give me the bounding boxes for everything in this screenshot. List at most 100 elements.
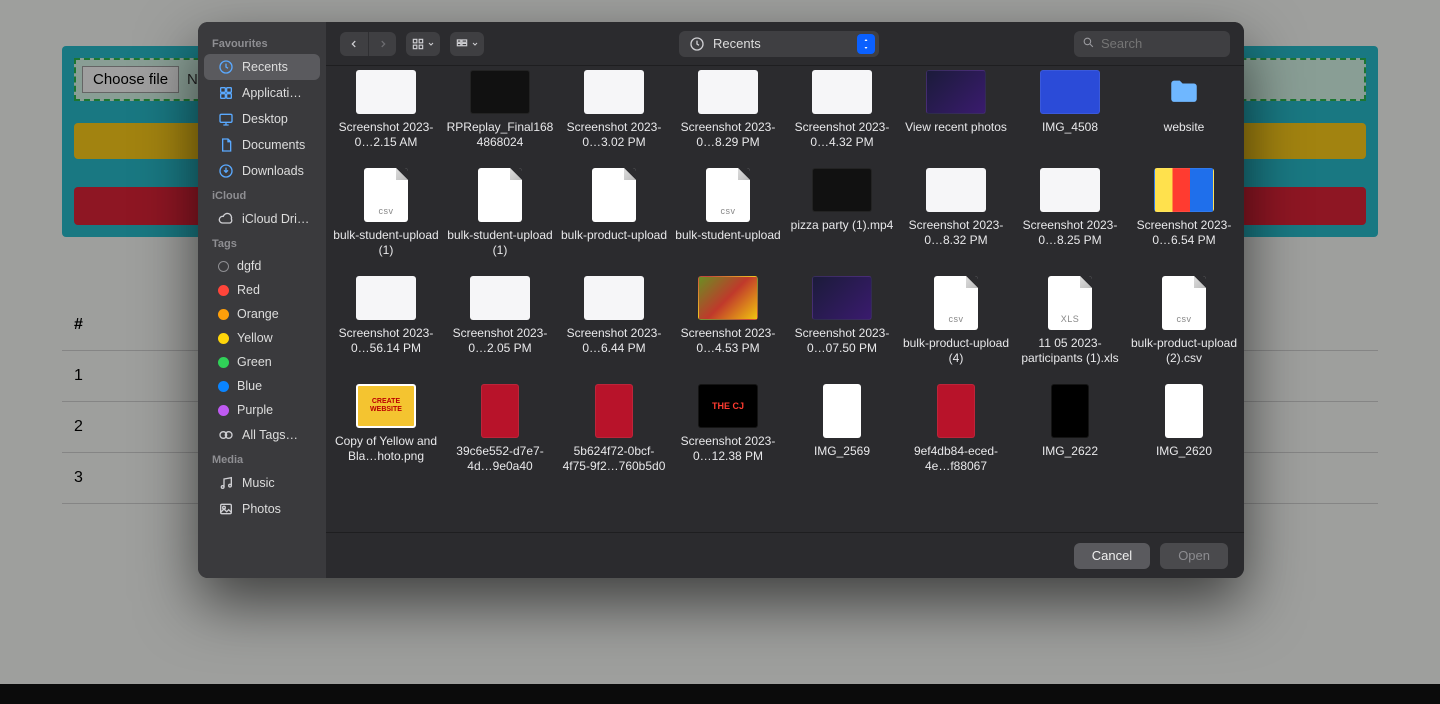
file-item[interactable]: RPReplay_Final1684868024 <box>446 70 554 150</box>
file-item[interactable]: IMG_4508 <box>1016 70 1124 150</box>
file-item[interactable]: IMG_2622 <box>1016 384 1124 474</box>
sidebar-item-label: Applicati… <box>242 86 302 100</box>
file-item[interactable]: THE CJScreenshot 2023-0…12.38 PM <box>674 384 782 474</box>
tag-dot-icon <box>218 333 229 344</box>
sidebar: Favourites Recents Applicati… Desktop Do… <box>198 22 326 578</box>
file-item[interactable]: csvbulk-student-upload <box>674 168 782 258</box>
sidebar-item-recents[interactable]: Recents <box>204 54 320 80</box>
sidebar-item-icloud-drive[interactable]: iCloud Dri… <box>204 206 320 232</box>
file-item[interactable]: csvbulk-student-upload (1) <box>332 168 440 258</box>
documents-icon <box>218 137 234 153</box>
sidebar-tag-yellow[interactable]: Yellow <box>204 326 320 350</box>
file-name-label: IMG_2620 <box>1156 444 1212 459</box>
sidebar-item-label: Blue <box>237 379 262 393</box>
photos-icon <box>218 501 234 517</box>
file-item[interactable]: Screenshot 2023-0…2.15 AM <box>332 70 440 150</box>
nav-forward-button[interactable] <box>368 32 396 56</box>
file-item[interactable]: XLS11 05 2023-participants (1).xls <box>1016 276 1124 366</box>
file-item[interactable]: 39c6e552-d7e7-4d…9e0a40 <box>446 384 554 474</box>
file-name-label: RPReplay_Final1684868024 <box>446 120 554 150</box>
file-name-label: bulk-product-upload (2).csv <box>1130 336 1238 366</box>
group-button[interactable] <box>450 32 484 56</box>
sidebar-item-music[interactable]: Music <box>204 470 320 496</box>
sidebar-tag-red[interactable]: Red <box>204 278 320 302</box>
desktop-icon <box>218 111 234 127</box>
dialog-toolbar: Recents <box>326 22 1244 66</box>
file-item[interactable]: 9ef4db84-eced-4e…f88067 <box>902 384 1010 474</box>
file-item[interactable]: pizza party (1).mp4 <box>788 168 896 258</box>
file-thumb <box>698 276 758 320</box>
file-thumb <box>1051 384 1089 438</box>
file-item[interactable]: Screenshot 2023-0…3.02 PM <box>560 70 668 150</box>
file-item[interactable]: csvbulk-product-upload (2).csv <box>1130 276 1238 366</box>
file-name-label: IMG_4508 <box>1042 120 1098 135</box>
sidebar-item-documents[interactable]: Documents <box>204 132 320 158</box>
file-item[interactable]: CREATEWEBSITE Copy of Yellow and Bla…hoto… <box>332 384 440 474</box>
file-item[interactable]: Screenshot 2023-0…6.54 PM <box>1130 168 1238 258</box>
location-popup[interactable]: Recents <box>679 31 879 57</box>
file-thumb <box>470 70 530 114</box>
file-name-label: Screenshot 2023-0…2.15 AM <box>332 120 440 150</box>
file-name-label: Screenshot 2023-0…8.29 PM <box>674 120 782 150</box>
downloads-icon <box>218 163 234 179</box>
sidebar-item-label: iCloud Dri… <box>242 212 309 226</box>
file-name-label: Screenshot 2023-0…8.25 PM <box>1016 218 1124 248</box>
file-name-label: Screenshot 2023-0…6.44 PM <box>560 326 668 356</box>
file-item[interactable]: 5b624f72-0bcf-4f75-9f2…760b5d0 <box>560 384 668 474</box>
file-item[interactable]: Screenshot 2023-0…6.44 PM <box>560 276 668 366</box>
file-item[interactable]: csvbulk-product-upload (4) <box>902 276 1010 366</box>
sidebar-tag-purple[interactable]: Purple <box>204 398 320 422</box>
file-thumb: CREATEWEBSITE <box>356 384 416 428</box>
sidebar-item-downloads[interactable]: Downloads <box>204 158 320 184</box>
file-thumb <box>812 168 872 212</box>
file-item[interactable]: View recent photos <box>902 70 1010 150</box>
cancel-button[interactable]: Cancel <box>1074 543 1150 569</box>
file-item[interactable]: bulk-product-upload <box>560 168 668 258</box>
sidebar-section-tags: Tags <box>198 232 326 254</box>
file-thumb: THE CJ <box>698 384 758 428</box>
sidebar-tag-blue[interactable]: Blue <box>204 374 320 398</box>
sidebar-item-desktop[interactable]: Desktop <box>204 106 320 132</box>
file-item[interactable]: Screenshot 2023-0…4.53 PM <box>674 276 782 366</box>
file-item[interactable]: Screenshot 2023-0…8.25 PM <box>1016 168 1124 258</box>
file-item[interactable]: Screenshot 2023-0…4.32 PM <box>788 70 896 150</box>
clock-icon <box>218 59 234 75</box>
file-item[interactable]: Screenshot 2023-0…2.05 PM <box>446 276 554 366</box>
dialog-footer: Cancel Open <box>326 532 1244 578</box>
file-item[interactable]: Screenshot 2023-0…56.14 PM <box>332 276 440 366</box>
open-button[interactable]: Open <box>1160 543 1228 569</box>
sidebar-tag-green[interactable]: Green <box>204 350 320 374</box>
sidebar-tag-dgfd[interactable]: dgfd <box>204 254 320 278</box>
sidebar-tag-orange[interactable]: Orange <box>204 302 320 326</box>
file-thumb <box>356 70 416 114</box>
file-name-label: bulk-product-upload (4) <box>902 336 1010 366</box>
file-thumb <box>584 70 644 114</box>
file-open-dialog: Favourites Recents Applicati… Desktop Do… <box>198 22 1244 578</box>
sidebar-section-favourites: Favourites <box>198 32 326 54</box>
nav-back-button[interactable] <box>340 32 368 56</box>
tag-dot-icon <box>218 309 229 320</box>
file-name-label: bulk-student-upload (1) <box>446 228 554 258</box>
file-item[interactable]: IMG_2569 <box>788 384 896 474</box>
search-input[interactable] <box>1101 36 1222 51</box>
cloud-icon <box>218 211 234 227</box>
sidebar-item-applications[interactable]: Applicati… <box>204 80 320 106</box>
tag-dot-icon <box>218 405 229 416</box>
file-name-label: Copy of Yellow and Bla…hoto.png <box>332 434 440 464</box>
sidebar-all-tags[interactable]: All Tags… <box>204 422 320 448</box>
file-item[interactable]: Screenshot 2023-0…07.50 PM <box>788 276 896 366</box>
sidebar-item-photos[interactable]: Photos <box>204 496 320 522</box>
search-field[interactable] <box>1074 31 1230 57</box>
file-item[interactable]: bulk-student-upload (1) <box>446 168 554 258</box>
view-icon-button[interactable] <box>406 32 440 56</box>
file-name-label: 5b624f72-0bcf-4f75-9f2…760b5d0 <box>560 444 668 474</box>
file-item[interactable]: Screenshot 2023-0…8.29 PM <box>674 70 782 150</box>
file-name-label: 39c6e552-d7e7-4d…9e0a40 <box>446 444 554 474</box>
file-item[interactable]: IMG_2620 <box>1130 384 1238 474</box>
file-grid-scroll[interactable]: Screenshot 2023-0…2.15 AMRPReplay_Final1… <box>326 66 1244 532</box>
file-item[interactable]: website <box>1130 70 1238 150</box>
file-thumb <box>812 276 872 320</box>
file-item[interactable]: Screenshot 2023-0…8.32 PM <box>902 168 1010 258</box>
file-thumb <box>478 168 522 222</box>
file-grid: Screenshot 2023-0…2.15 AMRPReplay_Final1… <box>326 66 1244 490</box>
